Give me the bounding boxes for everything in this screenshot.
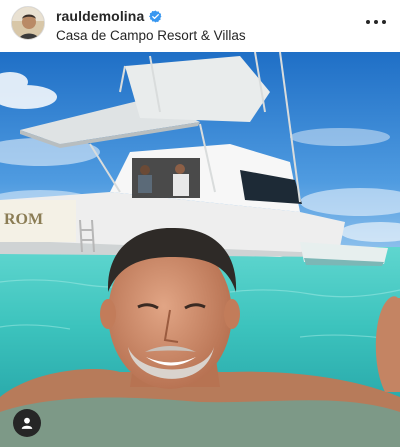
verified-badge-icon [149, 10, 162, 23]
more-options-icon[interactable] [366, 14, 386, 30]
more-dot [382, 20, 386, 24]
boat-name: ROM [4, 211, 43, 228]
more-dot [366, 20, 370, 24]
username-row: rauldemolina [56, 7, 246, 25]
photo-scene: ROM [0, 52, 400, 447]
post-meta: rauldemolina Casa de Campo Resort & Vill… [56, 7, 246, 43]
person-icon [21, 417, 33, 429]
location-link[interactable]: Casa de Campo Resort & Villas [56, 28, 246, 43]
avatar[interactable] [11, 6, 45, 40]
post-header: rauldemolina Casa de Campo Resort & Vill… [0, 0, 400, 52]
post-photo[interactable]: ROM [0, 52, 400, 447]
user-tag-icon[interactable] [13, 409, 41, 437]
more-dot [374, 20, 378, 24]
username[interactable]: rauldemolina [56, 8, 144, 24]
avatar-image [12, 7, 44, 39]
